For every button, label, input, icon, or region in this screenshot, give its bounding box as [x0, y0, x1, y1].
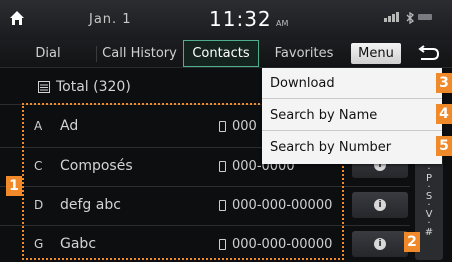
contact-info-button[interactable]: i — [352, 192, 408, 218]
tab-dial[interactable]: Dial — [0, 40, 96, 67]
tab-contacts[interactable]: Contacts — [183, 40, 259, 67]
contacts-total: Total (320) — [38, 79, 131, 95]
menu-item-search-by-name[interactable]: Search by Name — [262, 100, 442, 131]
back-button[interactable] — [413, 45, 441, 63]
signal-icon — [384, 12, 399, 22]
total-label: Total (320) — [56, 79, 131, 95]
home-icon — [10, 11, 24, 25]
status-date: Jan. 1 — [89, 12, 132, 27]
info-icon: i — [374, 238, 386, 250]
status-icons — [384, 12, 432, 24]
callout-4: 4 — [436, 104, 452, 124]
back-arrow-icon — [418, 45, 440, 60]
status-bar: Jan. 1 11:32 AM — [0, 0, 452, 40]
callout-1: 1 — [6, 176, 22, 196]
list-icon — [38, 81, 50, 93]
info-icon: i — [374, 199, 386, 211]
tab-call-history[interactable]: Call History — [97, 40, 182, 67]
status-ampm: AM — [276, 19, 289, 28]
callout-2: 2 — [404, 232, 420, 252]
callout-3: 3 — [436, 73, 452, 93]
contact-info-button[interactable]: i — [352, 231, 408, 257]
tab-favorites[interactable]: Favorites — [262, 40, 346, 67]
menu-dropdown: Download Search by Name Search by Number — [262, 68, 442, 164]
menu-item-download[interactable]: Download — [262, 68, 442, 99]
network-icon — [418, 14, 432, 20]
callout-5: 5 — [436, 136, 452, 156]
status-time: 11:32 — [209, 7, 272, 31]
bluetooth-icon — [406, 12, 415, 24]
menu-item-search-by-number[interactable]: Search by Number — [262, 132, 442, 163]
menu-button[interactable]: Menu — [351, 43, 401, 64]
home-button[interactable] — [0, 2, 34, 34]
